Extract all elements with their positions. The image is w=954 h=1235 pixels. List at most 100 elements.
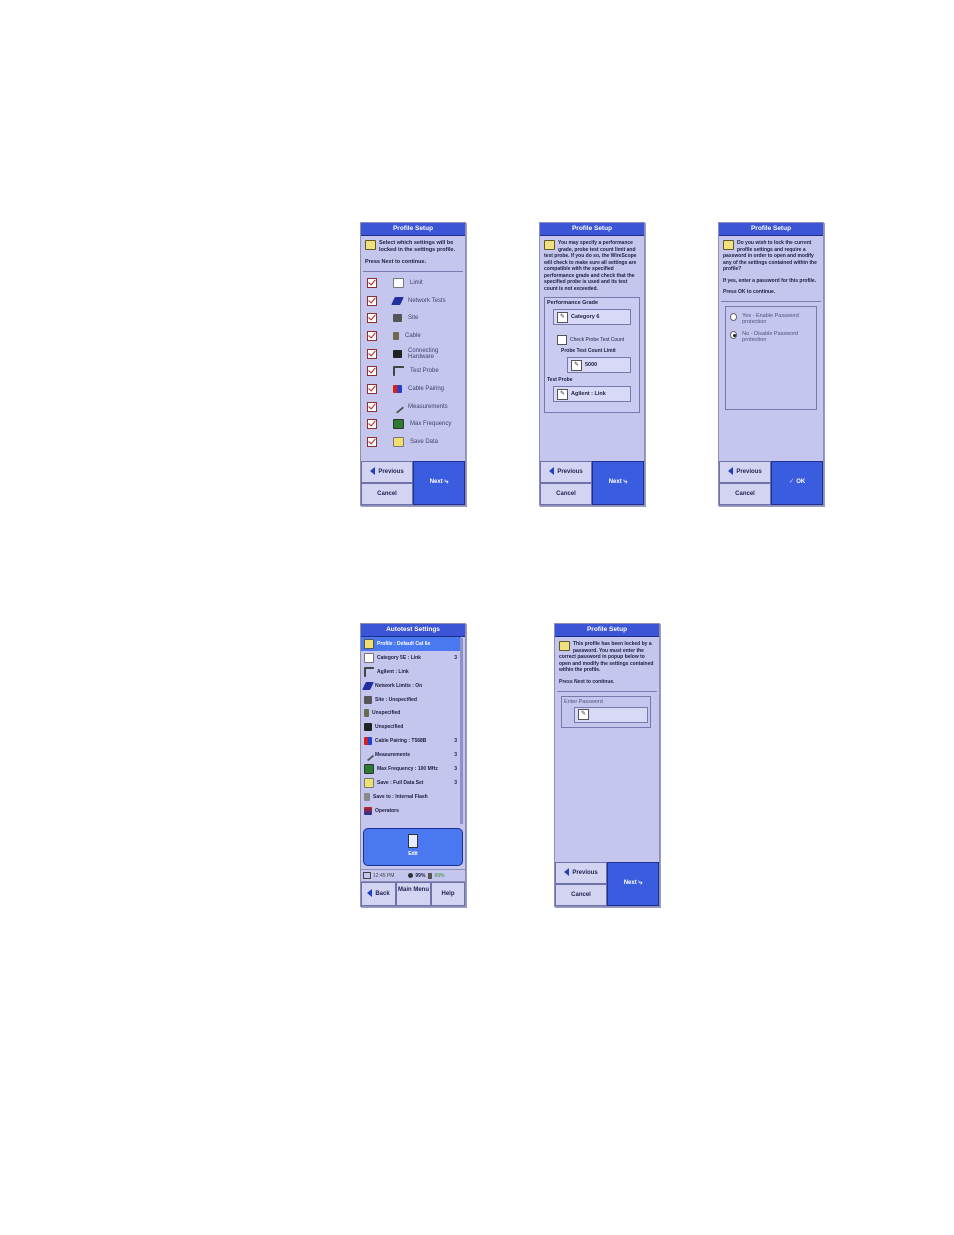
- screen-title: Profile Setup: [719, 223, 823, 236]
- setting-checklist: Limit Network Tests Site Cable Connectin…: [361, 272, 465, 451]
- no-password-option[interactable]: No - Disable Password protection: [730, 331, 812, 343]
- document-icon: [364, 652, 374, 663]
- save-icon: [364, 777, 374, 788]
- setting-label: Max Frequency: [410, 421, 452, 428]
- previous-button[interactable]: Previous: [555, 862, 607, 884]
- help-button[interactable]: Help: [431, 882, 465, 906]
- cancel-button[interactable]: Cancel: [361, 483, 413, 505]
- setting-item[interactable]: Max Frequency: [361, 416, 465, 434]
- battery-level-1: 99%: [415, 872, 426, 879]
- back-button[interactable]: Back: [361, 882, 396, 906]
- setting-item[interactable]: Test Probe: [361, 362, 465, 380]
- checkbox-checked-icon[interactable]: [367, 366, 377, 377]
- arrow-left-icon: [728, 467, 734, 476]
- test-probe-label: Test Probe: [547, 377, 573, 383]
- pencil-icon: ✎: [557, 311, 568, 323]
- setting-label: Measurements: [408, 403, 448, 410]
- setting-item[interactable]: Site: [361, 309, 465, 327]
- menu-item-category[interactable]: Category 5E : Link 3: [361, 651, 461, 665]
- probe-battery-icon: [408, 873, 414, 878]
- pencil-icon: ✎: [578, 709, 589, 720]
- jack-icon: [364, 723, 372, 732]
- menu-item-operators[interactable]: Operators: [361, 804, 461, 818]
- menu-item-probe[interactable]: Agilent : Link: [361, 665, 461, 679]
- probe-count-value: 5000: [585, 362, 598, 368]
- checkbox-checked-icon[interactable]: [367, 277, 377, 288]
- checkbox-unchecked-icon[interactable]: [557, 335, 567, 345]
- main-menu-button[interactable]: Main Menu: [396, 882, 431, 906]
- monitor-icon: [364, 763, 374, 774]
- setting-item[interactable]: Connecting Hardware: [361, 345, 465, 363]
- next-button[interactable]: Next ⤷: [592, 461, 644, 505]
- document-icon: [393, 277, 404, 288]
- intro-line-2: Press Next to continue.: [559, 678, 615, 685]
- button-row: Previous Cancel Next ⤷: [555, 862, 659, 906]
- checkbox-checked-icon[interactable]: [367, 401, 377, 412]
- probe-icon: [364, 666, 374, 677]
- check-probe-row[interactable]: Check Probe Test Count: [557, 335, 637, 345]
- probe-count-field[interactable]: ✎ 5000: [567, 357, 631, 373]
- autotest-settings-screen: Autotest Settings Profile : Default Cat …: [360, 623, 466, 907]
- profile-setup-password-screen: Profile Setup This profile has been lock…: [554, 623, 660, 907]
- menu-item-hardware[interactable]: Unspecified: [361, 720, 461, 734]
- enter-password-label: Enter Password: [564, 698, 603, 705]
- no-option-label: No - Disable Password protection: [742, 331, 799, 343]
- password-field[interactable]: ✎: [574, 706, 648, 723]
- setting-label: Limit: [410, 279, 423, 286]
- intro-line-2: Press Next to continue.: [365, 259, 427, 265]
- menu-item-measurements[interactable]: Measurements 3: [361, 748, 461, 762]
- test-probe-field[interactable]: ✎ Agilent : Link: [553, 386, 631, 402]
- radio-off-icon[interactable]: [730, 313, 738, 321]
- pairing-icon: [364, 737, 372, 746]
- intro-line-1: Do you wish to lock the current profile …: [723, 240, 817, 272]
- edit-icon: [408, 834, 418, 848]
- cancel-button[interactable]: Cancel: [719, 483, 771, 505]
- checkbox-checked-icon[interactable]: [367, 419, 377, 430]
- checkbox-checked-icon[interactable]: [367, 295, 377, 306]
- intro-text: Do you wish to lock the current profile …: [719, 236, 823, 296]
- setting-label: Save Data: [410, 439, 439, 446]
- probe-icon: [393, 366, 404, 377]
- setting-item[interactable]: Cable Pairing: [361, 380, 465, 398]
- next-button[interactable]: Next ⤷: [413, 461, 465, 505]
- intro-line-3: Press OK to continue.: [723, 289, 776, 295]
- performance-grade-field[interactable]: ✎ Category 6: [553, 309, 631, 325]
- menu-item-network[interactable]: Network Limits : On: [361, 679, 461, 693]
- menu-item-cable[interactable]: Unspecified: [361, 706, 461, 720]
- setting-item[interactable]: Cable: [361, 327, 465, 345]
- checkbox-checked-icon[interactable]: [367, 383, 377, 394]
- cancel-button[interactable]: Cancel: [540, 483, 592, 505]
- checkbox-checked-icon[interactable]: [367, 330, 377, 341]
- checkbox-checked-icon[interactable]: [367, 313, 377, 324]
- menu-item-frequency[interactable]: Max Frequency : 100 MHz 3: [361, 762, 461, 776]
- performance-grade-label: Performance Grade: [547, 300, 599, 306]
- profile-setup-select-screen: Profile Setup Select which settings will…: [360, 222, 466, 506]
- previous-button[interactable]: Previous: [719, 461, 771, 483]
- previous-button[interactable]: Previous: [361, 461, 413, 483]
- setting-item[interactable]: Limit: [361, 274, 465, 292]
- edit-button[interactable]: Edit: [363, 828, 463, 866]
- battery-level-2: 99%: [434, 872, 445, 879]
- menu-item-save-to[interactable]: Save to : Internal Flash: [361, 790, 461, 804]
- setting-item[interactable]: Measurements: [361, 398, 465, 416]
- menu-item-site[interactable]: Site : Unspecified: [361, 693, 461, 707]
- checkmark-icon: ✓: [788, 478, 795, 485]
- button-row: Previous Cancel Next ⤷: [361, 461, 465, 505]
- menu-item-profile[interactable]: Profile : Default Cat 6e: [361, 637, 461, 651]
- ok-button[interactable]: ✓ OK: [771, 461, 823, 505]
- menu-item-pairing[interactable]: Cable Pairing : T568B 3: [361, 734, 461, 748]
- checkbox-checked-icon[interactable]: [367, 348, 377, 359]
- next-button[interactable]: Next ⤷: [607, 862, 659, 906]
- cursor-icon: ⤷: [638, 879, 643, 886]
- scrollbar[interactable]: [460, 638, 463, 824]
- menu-item-save[interactable]: Save : Full Data Set 3: [361, 776, 461, 790]
- cable-icon: [393, 331, 399, 340]
- previous-button[interactable]: Previous: [540, 461, 592, 483]
- setting-item[interactable]: Save Data: [361, 433, 465, 451]
- performance-grade-value: Category 6: [571, 314, 600, 320]
- checkbox-checked-icon[interactable]: [367, 437, 377, 448]
- cancel-button[interactable]: Cancel: [555, 884, 607, 906]
- yes-password-option[interactable]: Yes - Enable Password protection: [730, 313, 812, 325]
- radio-on-icon[interactable]: [730, 331, 738, 339]
- setting-item[interactable]: Network Tests: [361, 292, 465, 310]
